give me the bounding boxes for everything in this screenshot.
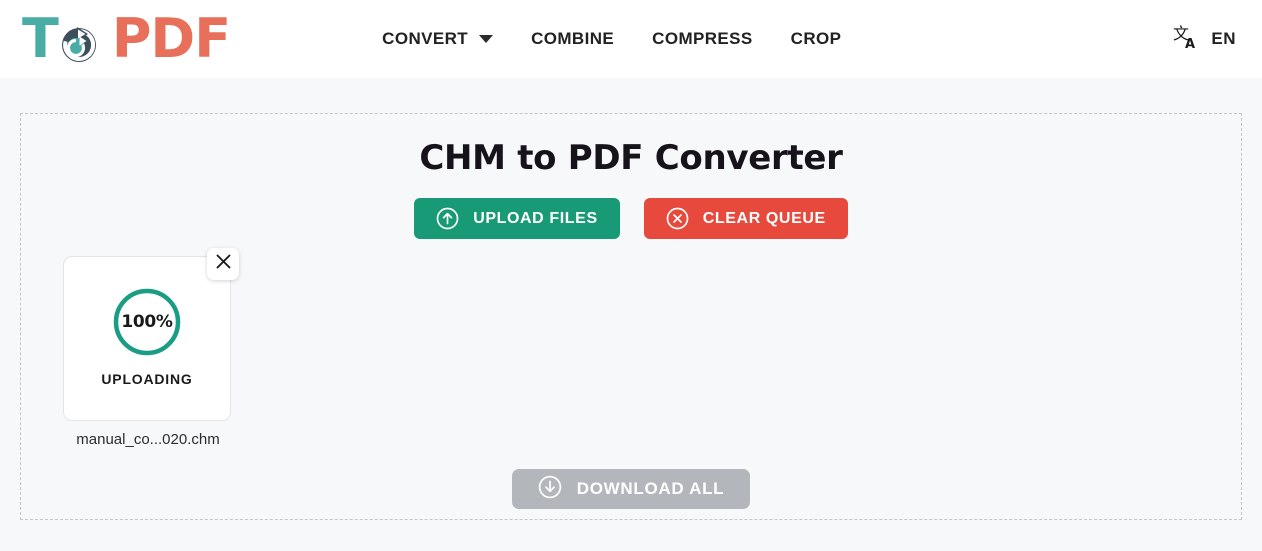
- logo-text-to: T: [22, 7, 59, 70]
- refresh-circle-icon: [58, 24, 100, 66]
- download-all-row: DOWNLOAD ALL: [21, 469, 1241, 509]
- download-all-button[interactable]: DOWNLOAD ALL: [511, 469, 751, 509]
- close-icon: [215, 253, 232, 275]
- nav-item-convert-label: CONVERT: [382, 29, 469, 48]
- page-title: CHM to PDF Converter: [419, 138, 843, 178]
- logo-text-pdf: PDF: [111, 7, 231, 70]
- file-name-label: manual_co...020.chm: [76, 431, 220, 448]
- chevron-down-icon[interactable]: [479, 35, 494, 43]
- download-circle-icon: [538, 475, 562, 504]
- upload-circle-icon: [436, 207, 459, 230]
- language-code: EN: [1211, 29, 1236, 48]
- file-card[interactable]: 100% UPLOADING: [63, 248, 239, 421]
- svg-text:A: A: [1185, 37, 1195, 50]
- upload-progress-ring: 100%: [111, 286, 183, 358]
- close-circle-icon: [666, 207, 689, 230]
- nav-item-combine-label: COMBINE: [531, 29, 615, 48]
- nav-item-crop-label: CROP: [790, 29, 842, 48]
- upload-progress-value: 100%: [121, 312, 173, 332]
- clear-queue-button-label: CLEAR QUEUE: [702, 209, 826, 227]
- remove-file-button[interactable]: [207, 248, 239, 280]
- language-selector[interactable]: 文 A EN: [1173, 24, 1236, 55]
- nav-item-compress-label: COMPRESS: [652, 29, 753, 48]
- file-dropzone[interactable]: CHM to PDF Converter UPLOAD FILES CLEAR …: [20, 113, 1242, 520]
- action-button-row: UPLOAD FILES CLEAR QUEUE: [21, 198, 1241, 239]
- logo[interactable]: T PDF: [22, 7, 231, 70]
- upload-files-button[interactable]: UPLOAD FILES: [414, 198, 620, 239]
- main-navigation: CONVERT COMBINE COMPRESS CROP: [382, 29, 841, 49]
- upload-files-button-label: UPLOAD FILES: [473, 209, 598, 227]
- nav-item-convert[interactable]: CONVERT: [382, 29, 494, 49]
- nav-item-crop[interactable]: CROP: [791, 29, 842, 49]
- file-status-label: UPLOADING: [101, 371, 193, 387]
- translate-icon: 文 A: [1173, 24, 1199, 55]
- site-header: T PDF CONVERT COMBINE COMPRESS CROP 文 A …: [0, 0, 1262, 78]
- clear-queue-button[interactable]: CLEAR QUEUE: [643, 198, 848, 239]
- nav-item-combine[interactable]: COMBINE: [531, 29, 614, 49]
- download-all-button-label: DOWNLOAD ALL: [576, 479, 725, 498]
- file-queue-item: 100% UPLOADING manual_co...020.chm: [63, 248, 239, 448]
- nav-item-compress[interactable]: COMPRESS: [652, 29, 753, 49]
